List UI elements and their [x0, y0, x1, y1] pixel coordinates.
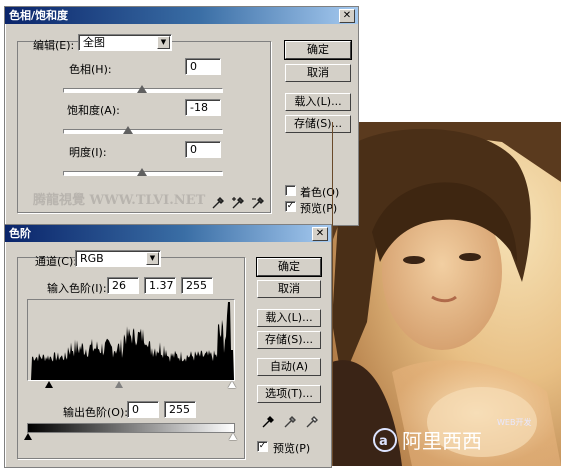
edit-select-value: 全图: [83, 36, 105, 49]
photo-watermark-small: WEB开发: [497, 417, 531, 427]
close-icon[interactable]: ✕: [312, 227, 328, 241]
hue-sat-title: 色相/饱和度: [9, 9, 69, 22]
lightness-slider-thumb[interactable]: [137, 168, 147, 176]
lightness-input[interactable]: 0: [185, 141, 221, 158]
white-eyedropper-icon[interactable]: [305, 415, 319, 429]
input-levels-label: 输入色阶(I):: [47, 282, 107, 295]
gray-eyedropper-icon[interactable]: [283, 415, 297, 429]
saturation-slider-track[interactable]: [63, 129, 223, 134]
eyedropper-plus-icon[interactable]: [231, 196, 245, 210]
levels-load-button[interactable]: 载入(L)...: [257, 309, 321, 327]
photo-preview: WEB开发 a 阿里西西: [332, 122, 561, 466]
hue-input[interactable]: 0: [185, 58, 221, 75]
chevron-down-icon: ▼: [146, 252, 159, 265]
hue-sat-cancel-button[interactable]: 取消: [285, 64, 351, 82]
watermark-text: 腾龍視覺 WWW.TLVI.NET: [33, 193, 206, 208]
levels-auto-button[interactable]: 自动(A): [257, 358, 321, 376]
lightness-label: 明度(I):: [69, 146, 107, 159]
photo-watermark-brand: 阿里西西: [402, 429, 482, 453]
hue-sat-group: [17, 41, 271, 213]
hue-slider-thumb[interactable]: [137, 85, 147, 93]
levels-titlebar[interactable]: 色阶 ✕: [5, 225, 331, 242]
input-gamma-slider-icon[interactable]: [115, 381, 123, 388]
levels-preview-label: 预览(P): [273, 442, 311, 455]
hue-sat-ok-button[interactable]: 确定: [284, 40, 352, 60]
svg-text:a: a: [379, 434, 388, 449]
histogram: [27, 299, 235, 381]
channel-select[interactable]: RGB ▼: [75, 250, 161, 267]
portrait-image: WEB开发 a 阿里西西: [332, 122, 561, 466]
eyedropper-icon[interactable]: [211, 196, 225, 210]
levels-save-button[interactable]: 存储(S)...: [257, 331, 321, 349]
output-black-slider-icon[interactable]: [24, 433, 32, 440]
levels-ok-button[interactable]: 确定: [256, 257, 322, 277]
input-white-field[interactable]: 255: [181, 277, 213, 294]
saturation-label: 饱和度(A):: [67, 104, 120, 117]
hue-label: 色相(H):: [69, 63, 112, 76]
colorize-label: 着色(O): [300, 186, 340, 199]
photo-overlay-edge: [332, 122, 333, 466]
levels-options-button[interactable]: 选项(T)...: [257, 385, 321, 403]
levels-cancel-button[interactable]: 取消: [257, 280, 321, 298]
input-gamma-field[interactable]: 1.37: [144, 277, 176, 294]
input-black-slider-icon[interactable]: [45, 381, 53, 388]
close-icon[interactable]: ✕: [339, 9, 355, 23]
hue-saturation-dialog: 色相/饱和度 ✕ 编辑(E): 全图 ▼ 色相(H): 0 饱和度(A): -1…: [4, 6, 359, 226]
black-eyedropper-icon[interactable]: [261, 415, 275, 429]
output-white-field[interactable]: 255: [164, 401, 196, 418]
colorize-checkbox[interactable]: [285, 185, 296, 196]
eyedropper-minus-icon[interactable]: [251, 196, 265, 210]
output-levels-label: 输出色阶(O):: [63, 406, 128, 419]
channel-select-value: RGB: [80, 252, 104, 265]
chevron-down-icon: ▼: [157, 36, 170, 49]
hue-sat-preview-checkbox[interactable]: ✓: [285, 201, 296, 212]
levels-preview-checkbox[interactable]: ✓: [257, 441, 268, 452]
hue-sat-load-button[interactable]: 载入(L)...: [285, 93, 351, 111]
hue-sat-save-button[interactable]: 存储(S)...: [285, 115, 351, 133]
input-black-field[interactable]: 26: [107, 277, 139, 294]
saturation-slider-thumb[interactable]: [122, 126, 133, 134]
output-gradient-bar: [27, 423, 235, 433]
edit-label: 编辑(E):: [33, 39, 75, 52]
histogram-graph: [28, 302, 234, 380]
output-white-slider-icon[interactable]: [229, 433, 237, 440]
levels-title: 色阶: [9, 227, 31, 240]
channel-label: 通道(C):: [35, 255, 77, 268]
saturation-input[interactable]: -18: [185, 99, 221, 116]
hue-sat-titlebar[interactable]: 色相/饱和度 ✕: [5, 7, 358, 24]
edit-select[interactable]: 全图 ▼: [78, 34, 172, 51]
levels-dialog: 色阶 ✕ 通道(C): RGB ▼ 输入色阶(I): 26 1.37 255 输…: [4, 224, 332, 468]
output-black-field[interactable]: 0: [127, 401, 159, 418]
input-white-slider-icon[interactable]: [228, 381, 236, 388]
